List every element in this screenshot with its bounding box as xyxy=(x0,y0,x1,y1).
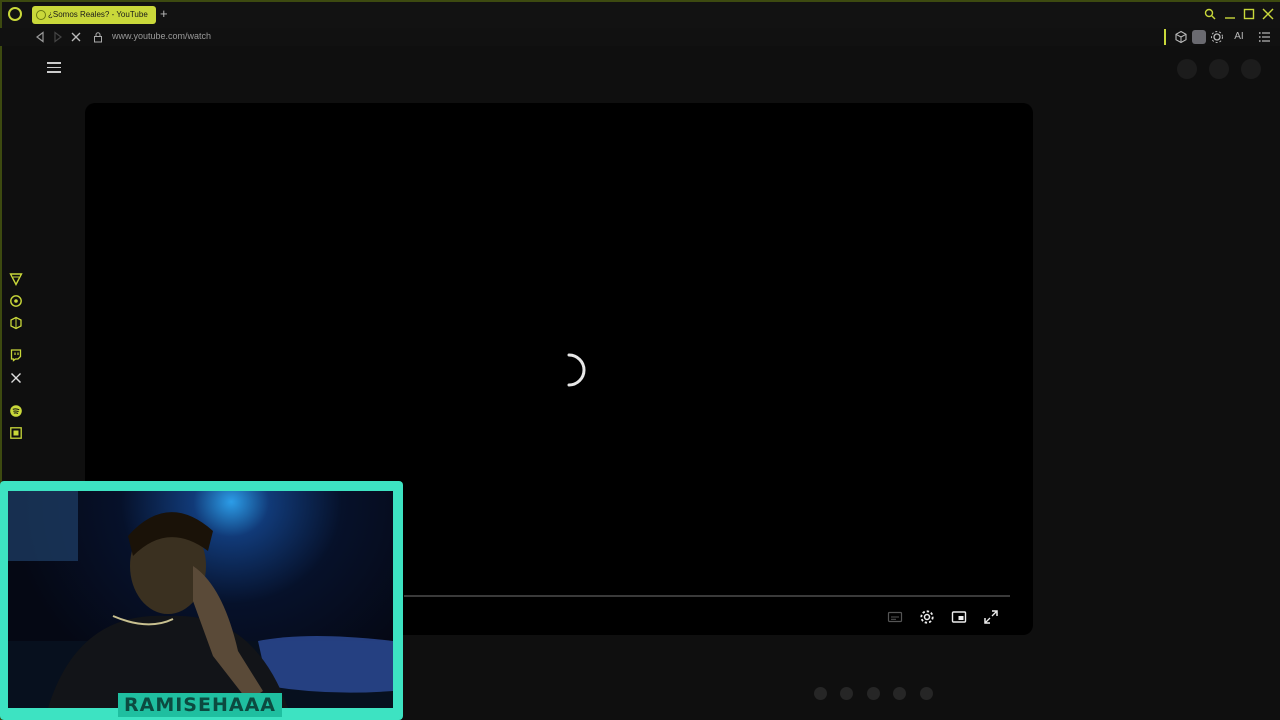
guide-menu-icon[interactable] xyxy=(47,62,61,73)
forward-icon[interactable] xyxy=(52,31,64,43)
action-placeholder xyxy=(867,687,880,700)
new-tab-icon[interactable]: + xyxy=(160,7,172,20)
avatar-icon[interactable] xyxy=(1192,30,1206,44)
settings-icon[interactable] xyxy=(919,609,935,625)
tab-bar xyxy=(0,0,1280,28)
ai-label: AI xyxy=(1234,31,1244,42)
action-placeholder xyxy=(840,687,853,700)
account-avatar[interactable] xyxy=(1241,59,1261,79)
lock-icon[interactable] xyxy=(92,31,104,43)
webcam-person-silhouette xyxy=(8,491,393,708)
extensions-divider xyxy=(1164,29,1166,45)
create-button[interactable] xyxy=(1177,59,1197,79)
window-top-border xyxy=(0,0,1280,2)
list-icon[interactable] xyxy=(1258,30,1272,44)
fullscreen-icon[interactable] xyxy=(983,609,999,625)
loading-spinner-icon xyxy=(567,353,586,387)
translate-icon[interactable] xyxy=(9,426,23,440)
twitch-icon[interactable] xyxy=(9,348,23,362)
gear-extension-icon[interactable] xyxy=(1210,30,1224,44)
perplexity-icon[interactable] xyxy=(9,316,23,330)
x-icon[interactable] xyxy=(9,371,23,385)
webcam-name-label: RAMISEHAAA xyxy=(118,693,282,717)
progress-bar[interactable] xyxy=(404,595,1010,597)
spotify-icon[interactable] xyxy=(9,404,23,418)
webcam-overlay: RAMISEHAAA xyxy=(0,481,403,720)
subtitles-icon[interactable] xyxy=(887,609,903,625)
tab-youtube[interactable]: ¿Somos Reales? - YouTube xyxy=(32,6,156,24)
browser-menu-icon[interactable] xyxy=(8,7,22,21)
chatgpt-icon[interactable] xyxy=(9,294,23,308)
webcam-feed xyxy=(8,491,393,708)
action-placeholder xyxy=(920,687,933,700)
action-placeholder xyxy=(814,687,827,700)
tab-favicon-icon xyxy=(36,10,46,20)
ai-icon[interactable]: AI xyxy=(1229,30,1249,44)
vivaldi-v-icon[interactable] xyxy=(9,272,23,286)
tab-title: ¿Somos Reales? - YouTube xyxy=(48,10,148,19)
back-icon[interactable] xyxy=(34,31,46,43)
maximize-icon[interactable] xyxy=(1243,8,1255,20)
close-icon[interactable] xyxy=(1262,8,1274,20)
miniplayer-icon[interactable] xyxy=(951,609,967,625)
url-field[interactable]: www.youtube.com/watch xyxy=(112,30,211,43)
stop-loading-icon[interactable] xyxy=(70,31,82,43)
search-icon[interactable] xyxy=(1204,8,1216,20)
cube-icon[interactable] xyxy=(1174,30,1188,44)
minimize-icon[interactable] xyxy=(1224,8,1236,20)
action-placeholder xyxy=(893,687,906,700)
notifications-button[interactable] xyxy=(1209,59,1229,79)
